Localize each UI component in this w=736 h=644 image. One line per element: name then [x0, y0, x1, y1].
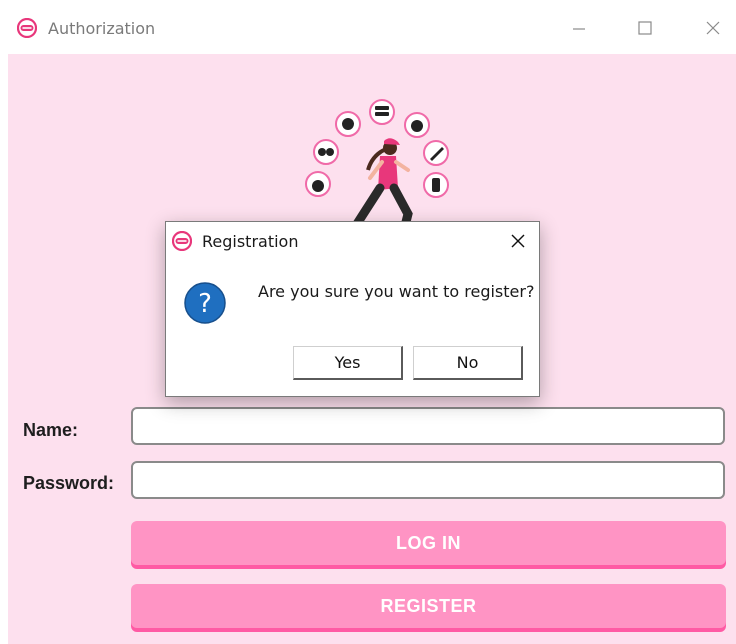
- dialog-title: Registration: [202, 232, 299, 251]
- login-button[interactable]: LOG IN: [131, 521, 726, 565]
- registration-dialog: Registration ? Are you sure you want to …: [165, 221, 540, 397]
- window-title: Authorization: [48, 19, 156, 38]
- window-titlebar[interactable]: Authorization: [0, 0, 736, 54]
- name-label: Name:: [23, 420, 79, 440]
- svg-text:?: ?: [198, 289, 212, 319]
- name-input[interactable]: [131, 407, 725, 445]
- close-icon: [706, 21, 720, 35]
- close-button[interactable]: [690, 10, 736, 46]
- dialog-message: Are you sure you want to register?: [258, 282, 535, 301]
- maximize-icon: [638, 21, 652, 35]
- app-logo-icon: [172, 231, 192, 251]
- question-icon: ?: [184, 282, 226, 324]
- yes-button[interactable]: Yes: [293, 346, 403, 380]
- minimize-button[interactable]: [556, 10, 602, 46]
- app-logo-icon: [17, 18, 37, 38]
- maximize-button[interactable]: [622, 10, 668, 46]
- minimize-icon: [573, 28, 585, 30]
- password-label: Password:: [23, 473, 115, 493]
- no-button[interactable]: No: [413, 346, 523, 380]
- register-button[interactable]: REGISTER: [131, 584, 726, 628]
- dialog-close-button[interactable]: [507, 230, 529, 252]
- password-input[interactable]: [131, 461, 725, 499]
- close-icon: [511, 234, 525, 248]
